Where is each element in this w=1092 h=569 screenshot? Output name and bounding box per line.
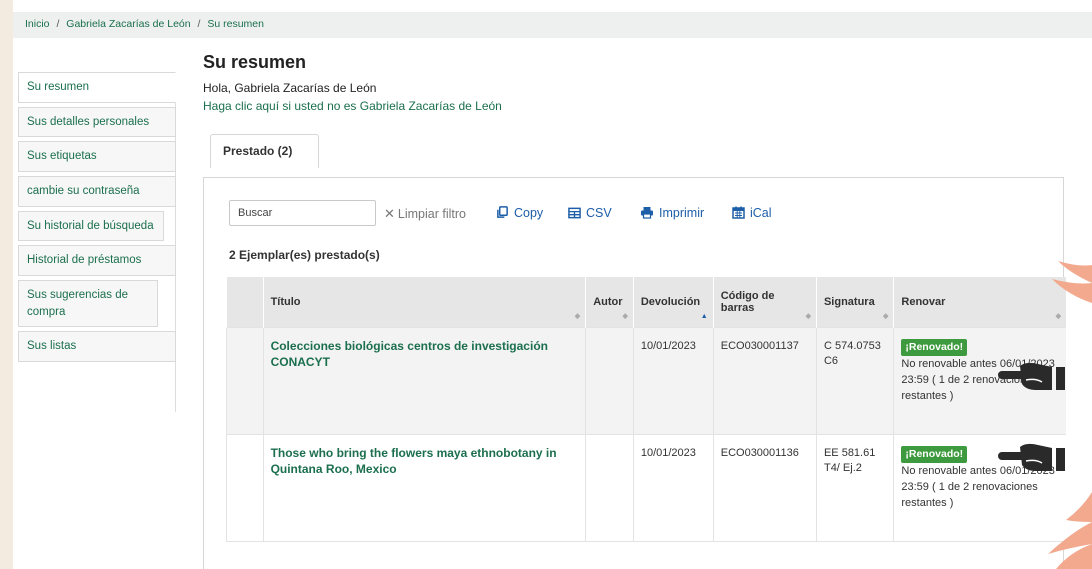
item-due-date: 10/01/2023 [632, 326, 714, 434]
checked-out-panel: ✕Limpiar filtro Copy CSV Imprimir iCal 2… [203, 177, 1066, 569]
clear-filter-button[interactable]: ✕ Limpiar filtro [384, 206, 466, 222]
greeting-text: Hola, Gabriela Zacarías de León [203, 81, 377, 95]
decorative-brush-stroke [1048, 492, 1092, 569]
breadcrumb-separator: / [197, 18, 201, 30]
table-toolbar: ✕Limpiar filtro Copy CSV Imprimir iCal [229, 200, 1049, 226]
table-icon [568, 207, 581, 219]
column-header-label: Devolución [640, 295, 701, 308]
ical-button[interactable]: iCal [732, 206, 772, 220]
tab-bar: Prestado (2) [203, 134, 1063, 168]
column-header-author[interactable]: Autor ◆ [585, 277, 634, 327]
clear-filter-label: Limpiar filtro [397, 207, 466, 221]
sidebar-item-search-history[interactable]: Su historial de búsqueda [18, 210, 164, 242]
breadcrumb-separator: / [56, 18, 60, 30]
x-icon: ✕ [384, 206, 395, 221]
checked-out-table: Título ◆ Autor ◆ Devolución ▲ Código de bar… [226, 277, 1066, 542]
sort-icon: ◆ [574, 312, 581, 320]
page-title: Su resumen [203, 52, 307, 72]
row-select-cell [226, 326, 264, 434]
column-header-label: Signatura [823, 295, 875, 308]
checked-out-count: 2 Ejemplar(es) prestado(s) [229, 248, 380, 262]
breadcrumb-user-link[interactable]: Gabriela Zacarías de León [66, 18, 190, 30]
breadcrumb-home-link[interactable]: Inicio [25, 18, 50, 30]
table-row: Colecciones biológicas centros de invest… [226, 326, 1066, 434]
item-barcode: ECO030001137 [712, 326, 817, 434]
sidebar-item-purchase-suggestions[interactable]: Sus sugerencias de compra [18, 280, 158, 328]
breadcrumb: Inicio / Gabriela Zacarías de León / Su … [13, 12, 1092, 38]
column-header-barcode[interactable]: Código de barras ◆ [712, 277, 817, 327]
column-header-title[interactable]: Título ◆ [262, 277, 586, 327]
column-header-label: Autor [593, 295, 623, 308]
sidebar-item-lists[interactable]: Sus listas [18, 331, 176, 363]
tab-checked-out[interactable]: Prestado (2) [210, 134, 319, 168]
table-header-row: Título ◆ Autor ◆ Devolución ▲ Código de bar… [226, 277, 1066, 327]
column-header-label: Renovar [901, 295, 946, 308]
not-you-link[interactable]: Haga clic aquí si usted no es Gabriela Z… [203, 99, 1063, 113]
item-call-number: C 574.0753 C6 [815, 326, 894, 434]
column-header-label: Título [270, 295, 301, 308]
column-header-label: Código de barras [720, 289, 775, 314]
sort-icon: ◆ [805, 312, 811, 320]
main-content: Su resumen Hola, Gabriela Zacarías de Le… [203, 52, 1063, 168]
sidebar-item-personal-details[interactable]: Sus detalles personales [18, 106, 176, 138]
column-header-select [226, 277, 264, 327]
calendar-icon [732, 206, 745, 219]
print-label: Imprimir [659, 206, 705, 220]
sort-icon: ◆ [883, 312, 889, 320]
sort-icon: ◆ [622, 312, 628, 320]
user-menu: Su resumen Sus detalles personales Sus e… [18, 72, 176, 412]
column-header-due-date[interactable]: Devolución ▲ [632, 277, 714, 327]
column-header-call-number[interactable]: Signatura ◆ [815, 277, 894, 327]
sidebar-item-loan-history[interactable]: Historial de préstamos [18, 245, 176, 277]
csv-label: CSV [586, 206, 612, 220]
pointing-hand-icon [998, 362, 1065, 390]
breadcrumb-current: Su resumen [207, 18, 264, 30]
item-title-link[interactable]: Colecciones biológicas centros de invest… [271, 339, 548, 370]
search-input[interactable] [229, 200, 376, 226]
copy-button[interactable]: Copy [496, 206, 543, 220]
renewed-badge: ¡Renovado! [901, 338, 968, 356]
sidebar-item-change-password[interactable]: cambie su contraseña [18, 176, 176, 207]
item-barcode: ECO030001136 [712, 433, 817, 542]
print-button[interactable]: Imprimir [640, 206, 704, 220]
table-row: Those who bring the flowers maya ethnobo… [226, 433, 1066, 542]
copy-icon [497, 206, 508, 218]
item-due-date: 10/01/2023 [632, 433, 714, 542]
printer-icon [641, 207, 653, 219]
item-call-number: EE 581.61 T4/ Ej.2 [815, 433, 894, 542]
row-select-cell [226, 433, 264, 542]
renewed-badge: ¡Renovado! [901, 445, 968, 463]
copy-label: Copy [514, 206, 544, 220]
ical-label: iCal [750, 206, 772, 220]
item-author [585, 326, 634, 434]
csv-button[interactable]: CSV [568, 206, 612, 220]
column-header-renew[interactable]: Renovar ◆ [893, 277, 1066, 327]
item-title-link[interactable]: Those who bring the flowers maya ethnobo… [271, 446, 557, 477]
pointing-hand-icon [998, 443, 1065, 471]
decorative-brush-stroke [1052, 255, 1092, 303]
sidebar-item-summary[interactable]: Su resumen [18, 72, 176, 103]
sort-ascending-icon: ▲ [700, 312, 708, 320]
item-author [585, 433, 634, 542]
sidebar-item-tags[interactable]: Sus etiquetas [18, 141, 176, 173]
